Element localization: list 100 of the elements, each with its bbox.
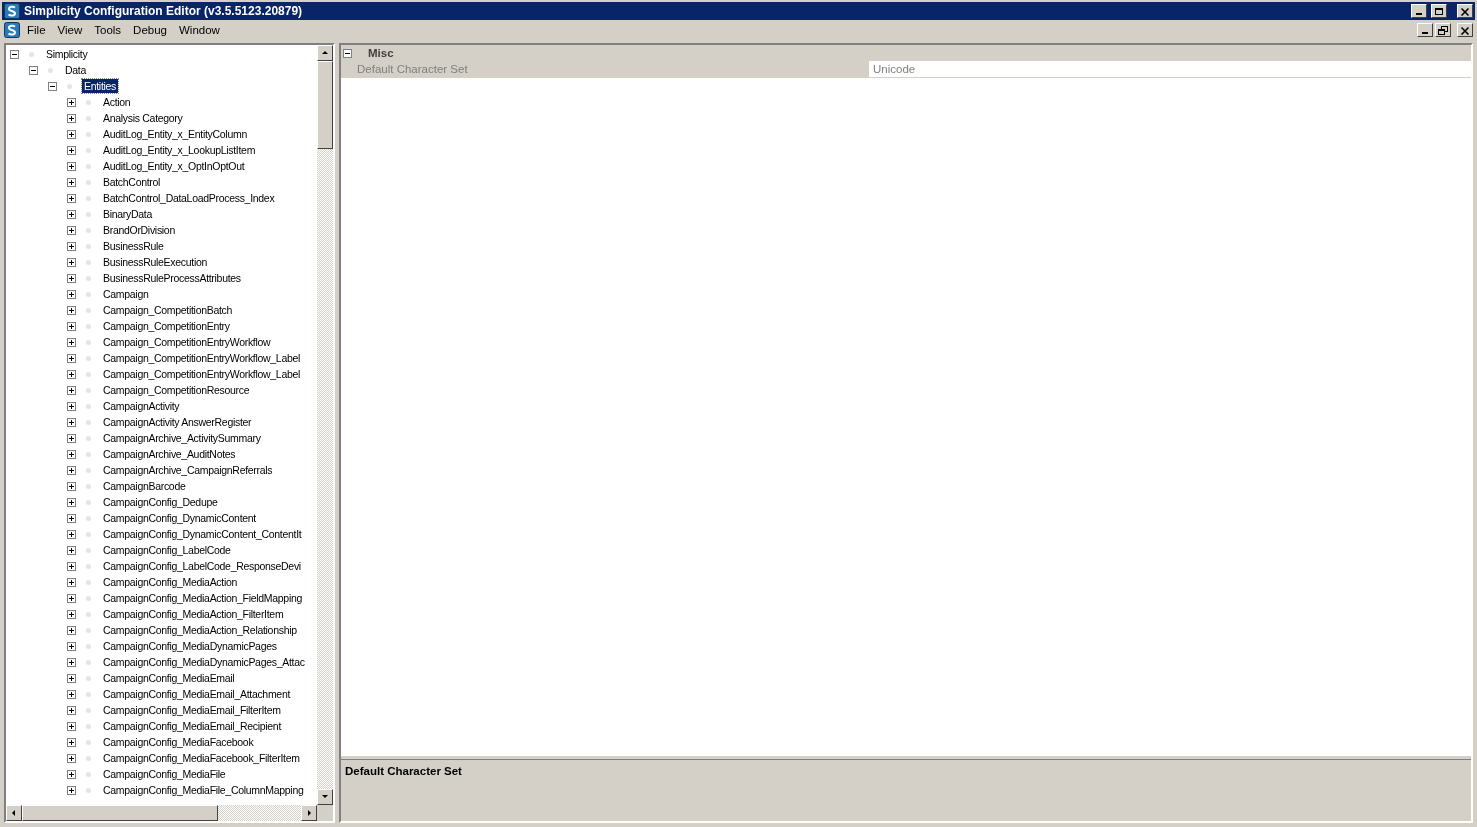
tree-item[interactable]: Campaign_CompetitionResource — [101, 383, 252, 397]
tree-item[interactable]: CampaignConfig_MediaFacebook_FilterItem — [101, 751, 302, 765]
tree-item[interactable]: Simplicity — [44, 47, 90, 61]
expand-icon[interactable] — [67, 337, 76, 347]
tree-item[interactable]: CampaignConfig_Dedupe — [101, 495, 220, 509]
tree-item[interactable]: CampaignConfig_MediaEmail — [101, 671, 237, 685]
expand-icon[interactable] — [67, 129, 76, 139]
tree-item[interactable]: CampaignConfig_DynamicContent — [101, 511, 258, 525]
collapse-icon[interactable] — [48, 81, 57, 91]
expand-icon[interactable] — [67, 225, 76, 235]
tree-item[interactable]: CampaignConfig_LabelCode_ResponseDevi — [101, 559, 303, 573]
tree-item[interactable]: BrandOrDivision — [101, 223, 177, 237]
expand-icon[interactable] — [67, 785, 76, 795]
property-value[interactable]: Unicode — [869, 61, 1471, 77]
tree-item[interactable]: Action — [101, 95, 133, 109]
close-button[interactable] — [1457, 4, 1473, 18]
tree-item[interactable]: CampaignConfig_MediaEmail_Recipient — [101, 719, 284, 733]
tree-item[interactable]: Campaign_CompetitionEntryWorkflow_Label — [101, 367, 303, 381]
tree-item[interactable]: CampaignConfig_MediaAction — [101, 575, 240, 589]
expand-icon[interactable] — [67, 465, 76, 475]
expand-icon[interactable] — [67, 657, 76, 667]
tree-item[interactable]: AuditLog_Entity_x_EntityColumn — [101, 127, 249, 141]
scroll-thumb[interactable] — [317, 61, 333, 149]
scroll-up-button[interactable] — [317, 45, 333, 61]
expand-icon[interactable] — [67, 721, 76, 731]
tree-item[interactable]: Campaign — [101, 287, 151, 301]
expand-icon[interactable] — [67, 369, 76, 379]
expand-icon[interactable] — [67, 273, 76, 283]
expand-icon[interactable] — [67, 97, 76, 107]
expand-icon[interactable] — [67, 545, 76, 555]
tree-item[interactable]: CampaignBarcode — [101, 479, 188, 493]
tree-item[interactable]: AuditLog_Entity_x_LookupListItem — [101, 143, 258, 157]
tree-item[interactable]: CampaignConfig_MediaFacebook — [101, 735, 256, 749]
tree-item[interactable]: CampaignArchive_CampaignReferrals — [101, 463, 275, 477]
tree-item[interactable]: Analysis Category — [101, 111, 185, 125]
menu-item[interactable]: Tools — [89, 24, 127, 36]
expand-icon[interactable] — [67, 209, 76, 219]
tree-item[interactable]: BusinessRule — [101, 239, 166, 253]
scroll-right-button[interactable] — [301, 805, 317, 821]
expand-icon[interactable] — [67, 561, 76, 571]
expand-icon[interactable] — [67, 705, 76, 715]
expand-icon[interactable] — [67, 433, 76, 443]
tree-item[interactable]: Campaign_CompetitionEntryWorkflow — [101, 335, 273, 349]
expand-icon[interactable] — [67, 481, 76, 491]
vertical-scrollbar[interactable] — [317, 45, 333, 805]
expand-icon[interactable] — [67, 257, 76, 267]
expand-icon[interactable] — [67, 753, 76, 763]
expand-icon[interactable] — [67, 593, 76, 603]
menu-item[interactable]: View — [52, 24, 88, 36]
tree-item[interactable]: CampaignConfig_MediaFile_ColumnMapping — [101, 783, 306, 797]
menu-item[interactable]: Window — [174, 24, 225, 36]
tree-item[interactable]: BusinessRuleProcessAttributes — [101, 271, 243, 285]
minimize-button[interactable] — [1417, 23, 1433, 37]
tree-item[interactable]: CampaignConfig_MediaFile — [101, 767, 228, 781]
menu-item[interactable]: File — [22, 24, 51, 36]
collapse-icon[interactable] — [10, 49, 19, 59]
horizontal-scrollbar[interactable] — [6, 805, 317, 821]
tree-item[interactable]: Data — [63, 63, 88, 77]
close-button[interactable] — [1457, 23, 1473, 37]
tree-item[interactable]: BusinessRuleExecution — [101, 255, 209, 269]
expand-icon[interactable] — [67, 609, 76, 619]
tree-item[interactable]: BinaryData — [101, 207, 154, 221]
scroll-thumb[interactable] — [22, 805, 218, 821]
scroll-down-button[interactable] — [317, 789, 333, 805]
collapse-icon[interactable] — [29, 65, 38, 75]
expand-icon[interactable] — [67, 417, 76, 427]
tree-item[interactable]: CampaignConfig_LabelCode — [101, 543, 233, 557]
expand-icon[interactable] — [67, 449, 76, 459]
tree-item[interactable]: Campaign_CompetitionEntry — [101, 319, 232, 333]
tree-item[interactable]: CampaignConfig_MediaAction_FieldMapping — [101, 591, 304, 605]
expand-icon[interactable] — [67, 673, 76, 683]
expand-icon[interactable] — [67, 161, 76, 171]
minimize-button[interactable] — [1411, 4, 1427, 18]
expand-icon[interactable] — [67, 385, 76, 395]
expand-icon[interactable] — [67, 113, 76, 123]
tree-item[interactable]: Campaign_CompetitionBatch — [101, 303, 235, 317]
expand-icon[interactable] — [67, 353, 76, 363]
collapse-icon[interactable] — [343, 48, 352, 58]
tree-item[interactable]: CampaignArchive_AuditNotes — [101, 447, 238, 461]
tree-item[interactable]: CampaignConfig_MediaDynamicPages — [101, 639, 279, 653]
expand-icon[interactable] — [67, 401, 76, 411]
expand-icon[interactable] — [67, 689, 76, 699]
maximize-button[interactable] — [1431, 4, 1447, 18]
tree-item[interactable]: AuditLog_Entity_x_OptInOptOut — [101, 159, 247, 173]
expand-icon[interactable] — [67, 577, 76, 587]
tree-item[interactable]: CampaignConfig_MediaEmail_FilterItem — [101, 703, 283, 717]
menu-item[interactable]: Debug — [128, 24, 172, 36]
tree-item[interactable]: CampaignActivity — [101, 399, 182, 413]
expand-icon[interactable] — [67, 497, 76, 507]
expand-icon[interactable] — [67, 769, 76, 779]
expand-icon[interactable] — [67, 529, 76, 539]
expand-icon[interactable] — [67, 289, 76, 299]
tree-item[interactable]: Campaign_CompetitionEntryWorkflow_Label — [101, 351, 303, 365]
expand-icon[interactable] — [67, 193, 76, 203]
restore-button[interactable] — [1435, 23, 1451, 37]
expand-icon[interactable] — [67, 177, 76, 187]
tree-item[interactable]: BatchControl — [101, 175, 163, 189]
tree-item[interactable]: BatchControl_DataLoadProcess_Index — [101, 191, 277, 205]
expand-icon[interactable] — [67, 321, 76, 331]
tree-item[interactable]: CampaignArchive_ActivitySummary — [101, 431, 263, 445]
